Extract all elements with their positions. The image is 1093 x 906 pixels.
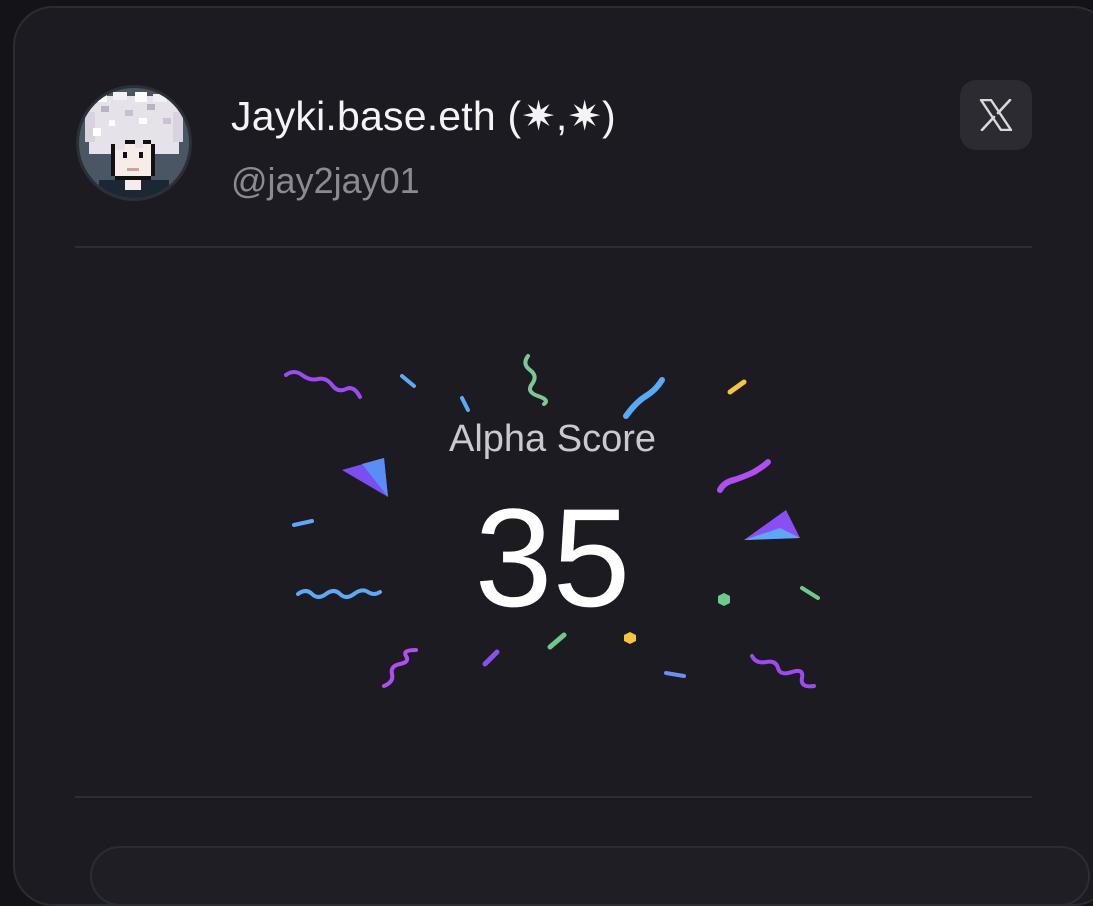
bottom-panel (90, 846, 1090, 906)
x-logo-icon (979, 99, 1013, 131)
x-share-button[interactable] (960, 80, 1032, 150)
avatar (79, 88, 189, 198)
header-divider (75, 246, 1032, 248)
user-handle[interactable]: @jay2jay01 (231, 160, 420, 202)
score-label: Alpha Score (448, 418, 656, 460)
pixel-art-avatar-icon (79, 88, 189, 198)
footer-divider (75, 796, 1032, 798)
score-value: 35 (474, 479, 631, 636)
display-name: Jayki.base.eth (✷,✷) (231, 93, 616, 139)
